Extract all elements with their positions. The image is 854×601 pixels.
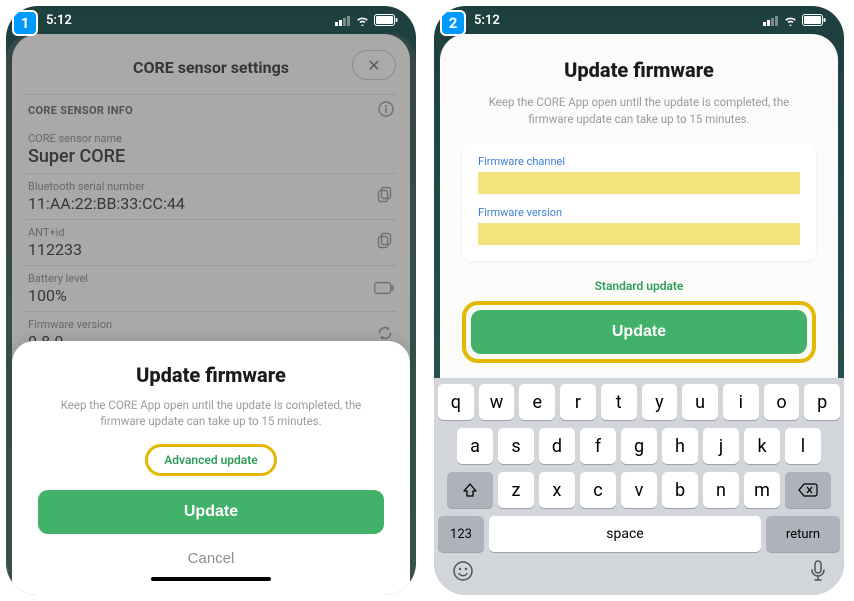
firmware-card: Firmware channel Firmware version — [462, 143, 816, 261]
key-123[interactable]: 123 — [438, 516, 484, 552]
key-v[interactable]: v — [621, 472, 657, 508]
phone-screen-2: 2 5:12 Update firmware Keep the CORE App… — [434, 6, 844, 595]
key-w[interactable]: w — [479, 384, 515, 420]
cancel-button[interactable]: Cancel — [38, 546, 384, 577]
status-icons — [335, 14, 398, 26]
key-h[interactable]: h — [662, 428, 698, 464]
advanced-update-link[interactable]: Advanced update — [145, 444, 276, 476]
phone-screen-1: 1 5:12 CORE sensor settings ✕ CORE SENSO… — [6, 6, 416, 595]
key-y[interactable]: y — [642, 384, 678, 420]
key-a[interactable]: a — [457, 428, 493, 464]
emoji-icon[interactable] — [452, 560, 474, 587]
page-title: Update firmware — [462, 58, 816, 82]
key-backspace[interactable] — [785, 472, 831, 508]
key-x[interactable]: x — [539, 472, 575, 508]
sheet-title: Update firmware — [38, 363, 384, 387]
key-shift[interactable] — [447, 472, 493, 508]
field-label-channel: Firmware channel — [478, 155, 800, 168]
status-time: 5:12 — [474, 13, 500, 28]
firmware-version-input[interactable] — [478, 223, 800, 245]
key-d[interactable]: d — [539, 428, 575, 464]
key-u[interactable]: u — [682, 384, 718, 420]
sheet-hint: Keep the CORE App open until the update … — [38, 397, 384, 430]
key-p[interactable]: p — [804, 384, 840, 420]
keyboard-row-3: z x c v b n m — [438, 472, 840, 508]
keyboard-row-1: q w e r t y u i o p — [438, 384, 840, 420]
key-n[interactable]: n — [703, 472, 739, 508]
update-button[interactable]: Update — [38, 490, 384, 534]
key-q[interactable]: q — [438, 384, 474, 420]
status-icons — [763, 14, 826, 26]
step-badge-1: 1 — [12, 10, 38, 36]
keyboard-row-4: 123 space return — [438, 516, 840, 552]
key-o[interactable]: o — [764, 384, 800, 420]
keyboard-row-2: a s d f g h j k l — [438, 428, 840, 464]
key-b[interactable]: b — [662, 472, 698, 508]
standard-update-link[interactable]: Standard update — [462, 279, 816, 293]
key-m[interactable]: m — [744, 472, 780, 508]
key-f[interactable]: f — [580, 428, 616, 464]
key-t[interactable]: t — [601, 384, 637, 420]
key-l[interactable]: l — [785, 428, 821, 464]
key-c[interactable]: c — [580, 472, 616, 508]
mic-icon[interactable] — [810, 560, 826, 587]
keyboard-row-5 — [438, 560, 840, 587]
key-j[interactable]: j — [703, 428, 739, 464]
update-sheet: Update firmware Keep the CORE App open u… — [12, 341, 410, 595]
key-s[interactable]: s — [498, 428, 534, 464]
update-button[interactable]: Update — [471, 310, 807, 354]
key-k[interactable]: k — [744, 428, 780, 464]
key-g[interactable]: g — [621, 428, 657, 464]
key-space[interactable]: space — [489, 516, 761, 552]
firmware-channel-input[interactable] — [478, 172, 800, 194]
ios-keyboard[interactable]: q w e r t y u i o p a s d f g h j k l z — [434, 378, 844, 595]
key-i[interactable]: i — [723, 384, 759, 420]
key-e[interactable]: e — [519, 384, 555, 420]
key-z[interactable]: z — [498, 472, 534, 508]
status-time: 5:12 — [46, 13, 72, 28]
page-hint: Keep the CORE App open until the update … — [462, 94, 816, 127]
step-badge-2: 2 — [440, 10, 466, 36]
status-bar: 5:12 — [6, 6, 416, 34]
home-indicator — [151, 577, 271, 581]
field-label-version: Firmware version — [478, 206, 800, 219]
key-r[interactable]: r — [560, 384, 596, 420]
status-bar: 5:12 — [434, 6, 844, 34]
key-return[interactable]: return — [766, 516, 840, 552]
update-highlight: Update — [462, 301, 816, 363]
